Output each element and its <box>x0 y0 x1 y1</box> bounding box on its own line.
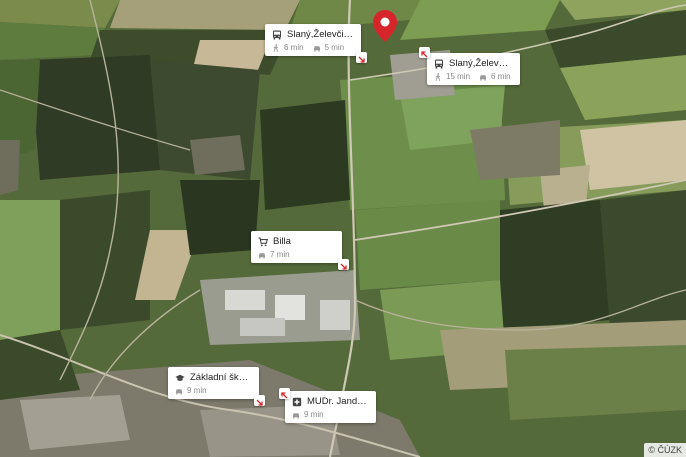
poi-title: Slaný,Želevčice <box>287 29 353 40</box>
car-icon <box>293 412 299 418</box>
medical-cross-icon <box>292 397 302 406</box>
walk-time: 6 min <box>284 43 304 52</box>
poi-card-bus-stop-zelevcice-o[interactable]: Slaný,Želevčice,O... 15 min 6 min <box>427 53 520 85</box>
bus-icon <box>435 59 443 68</box>
poi-title: Základní škola Sl... <box>190 372 251 383</box>
poi-card-doctor[interactable]: MUDr. Jandourko... 9 min <box>285 391 376 423</box>
car-time: 7 min <box>270 250 290 259</box>
car-time: 9 min <box>304 410 324 419</box>
poi-card-school[interactable]: Základní škola Sl... 9 min <box>168 367 259 399</box>
walk-time: 15 min <box>446 72 471 81</box>
car-icon <box>313 45 320 51</box>
walking-icon <box>435 72 441 81</box>
car-time: 9 min <box>187 386 207 395</box>
car-time: 5 min <box>324 43 345 52</box>
car-icon <box>259 252 265 258</box>
poi-card-bus-stop-zelevcice[interactable]: Slaný,Želevčice 6 min 5 min <box>265 24 361 56</box>
direction-arrow-icon <box>419 47 430 58</box>
car-icon <box>176 388 182 394</box>
direction-arrow-icon <box>254 395 265 406</box>
poi-title: Slaný,Želevčice,O... <box>449 58 512 69</box>
aerial-imagery <box>0 0 686 457</box>
poi-title: MUDr. Jandourko... <box>307 396 368 407</box>
location-pin-icon[interactable] <box>373 10 397 42</box>
poi-card-billa[interactable]: Billa 7 min <box>251 231 342 263</box>
shopping-cart-icon <box>258 236 268 246</box>
poi-title: Billa <box>273 236 291 247</box>
map-attribution: © ČÚZK <box>644 443 686 457</box>
direction-arrow-icon <box>338 259 349 270</box>
map-view[interactable]: Slaný,Želevčice 6 min 5 min Slaný,Želevč… <box>0 0 686 457</box>
bus-icon <box>273 30 281 39</box>
car-time: 6 min <box>491 72 511 81</box>
direction-arrow-icon <box>356 52 367 63</box>
walking-icon <box>273 43 279 52</box>
direction-arrow-icon <box>279 388 290 399</box>
car-icon <box>480 74 487 80</box>
graduation-cap-icon <box>175 374 185 381</box>
